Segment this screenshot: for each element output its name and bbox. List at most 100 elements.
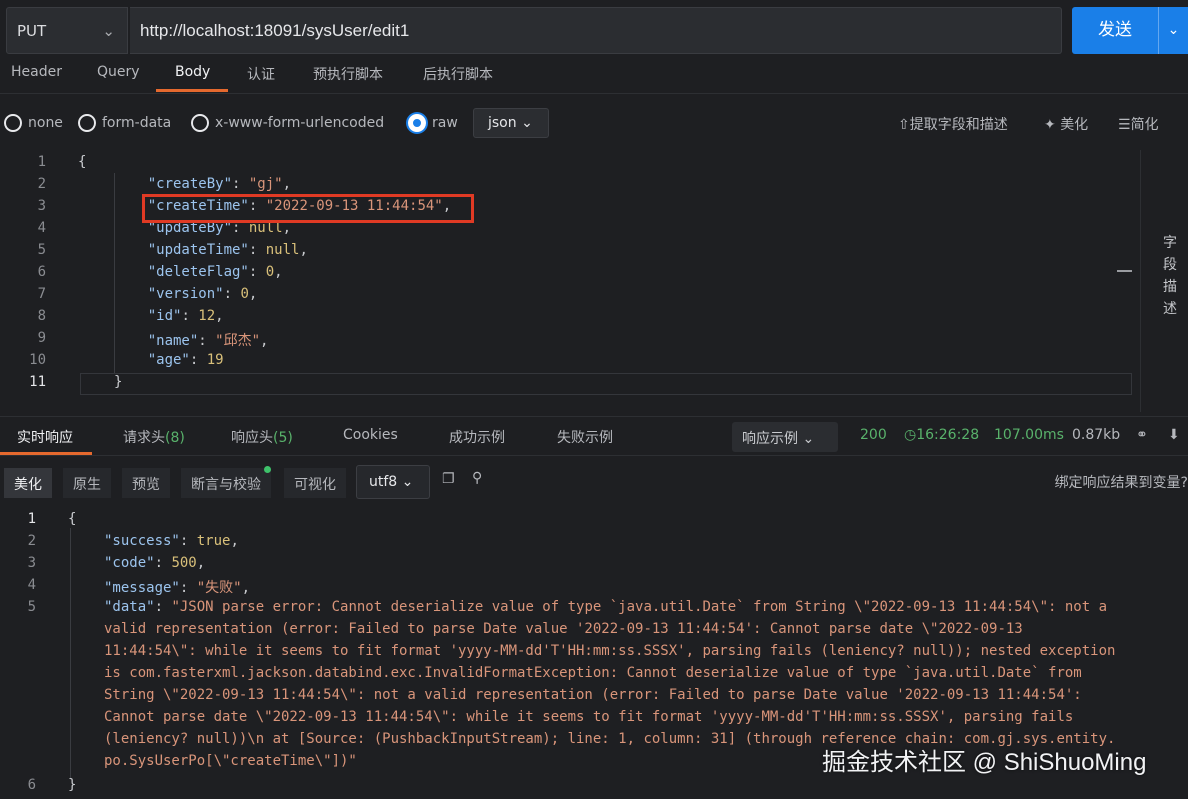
code-line: { xyxy=(68,511,77,527)
label-char: 段 xyxy=(1163,257,1177,273)
tab-label: 响应头 xyxy=(231,430,273,446)
radio-circle-icon xyxy=(191,114,209,132)
line-number: 7 xyxy=(37,286,46,302)
code-line: "success": true, xyxy=(104,533,239,549)
tab-cookies[interactable]: Cookies xyxy=(343,427,398,443)
tab-realtime-response[interactable]: 实时响应 xyxy=(17,427,73,447)
radio-form-data[interactable]: form-data xyxy=(78,114,171,132)
chevron-down-icon: ⌄ xyxy=(521,115,533,131)
tab-response-headers[interactable]: 响应头(5) xyxy=(231,427,293,447)
tab-request-headers[interactable]: 请求头(8) xyxy=(123,427,185,447)
response-duration: 107.00ms xyxy=(994,427,1064,443)
label-char: 字 xyxy=(1163,235,1177,251)
copy-icon[interactable]: ❐ xyxy=(442,471,455,487)
body-format-select[interactable]: json ⌄ xyxy=(473,108,549,138)
radio-label: raw xyxy=(432,115,458,131)
beautify-button[interactable]: ✦ 美化 xyxy=(1044,114,1088,134)
radio-label: none xyxy=(28,115,63,131)
method-value: PUT xyxy=(17,22,47,40)
indent-guide xyxy=(70,528,71,778)
line-number: 10 xyxy=(29,352,46,368)
json-key: "code" xyxy=(104,555,155,571)
field-description-label: 字 段 描 述 xyxy=(1163,232,1179,320)
view-raw[interactable]: 原生 xyxy=(63,468,111,498)
view-visualize[interactable]: 可视化 xyxy=(284,468,346,498)
line-number: 4 xyxy=(27,577,36,593)
send-options-chevron-icon[interactable]: ⌄ xyxy=(1158,7,1188,54)
line-number: 3 xyxy=(37,198,46,214)
response-size: 0.87kb xyxy=(1072,427,1121,443)
line-number: 6 xyxy=(37,264,46,280)
simplify-button[interactable]: ☰简化 xyxy=(1118,114,1159,134)
line-number: 5 xyxy=(37,242,46,258)
line-number: 9 xyxy=(37,330,46,346)
line-number: 4 xyxy=(37,220,46,236)
tab-header[interactable]: Header xyxy=(11,64,62,80)
response-view-tabs: 美化 原生 预览 断言与校验 可视化 utf8 ⌄ ❐ ⚲ 绑定响应结果到变量? xyxy=(0,462,1188,502)
code-line: "age": 19 xyxy=(147,352,224,368)
code-line: "message": "失败", xyxy=(104,580,251,596)
response-time: ◷16:26:28 xyxy=(904,427,979,443)
line-number: 11 xyxy=(29,374,46,390)
radio-circle-icon xyxy=(78,114,96,132)
view-preview[interactable]: 预览 xyxy=(122,468,170,498)
bind-response-to-variable-link[interactable]: 绑定响应结果到变量? xyxy=(1055,472,1188,492)
code-line: is com.fasterxml.jackson.databind.exc.In… xyxy=(104,665,1082,681)
code-line: po.SysUserPo[\"createTime\"])" xyxy=(104,753,357,769)
radio-urlencoded[interactable]: x-www-form-urlencoded xyxy=(191,114,384,132)
radio-label: x-www-form-urlencoded xyxy=(215,115,385,131)
code-line: } xyxy=(68,777,77,793)
chevron-down-icon: ⌄ xyxy=(102,22,115,40)
line-number: 1 xyxy=(27,511,36,527)
tab-auth[interactable]: 认证 xyxy=(247,64,275,84)
status-code: 200 xyxy=(860,427,887,443)
tab-body[interactable]: Body xyxy=(175,64,210,80)
time-value: 16:26:28 xyxy=(916,427,980,443)
send-button[interactable]: 发送 xyxy=(1072,7,1158,54)
json-key: "success" xyxy=(104,533,180,549)
line-number: 2 xyxy=(27,533,36,549)
magic-wand-icon: ✦ xyxy=(1044,117,1056,133)
current-line-highlight xyxy=(80,373,1132,395)
chevron-down-icon: ⌄ xyxy=(802,431,815,447)
beautify-label: 美化 xyxy=(1060,117,1089,133)
response-tabs: 实时响应 请求头(8) 响应头(5) Cookies 成功示例 失败示例 响应示… xyxy=(0,416,1188,456)
tab-query[interactable]: Query xyxy=(97,64,140,80)
view-beautify[interactable]: 美化 xyxy=(4,468,52,498)
extract-fields-button[interactable]: ⇧提取字段和描述 xyxy=(898,114,1008,134)
json-value: true xyxy=(196,533,231,549)
tab-success-example[interactable]: 成功示例 xyxy=(449,427,505,447)
radio-label: form-data xyxy=(102,115,172,131)
line-number: 8 xyxy=(37,308,46,324)
radio-none[interactable]: none xyxy=(4,114,63,132)
url-input[interactable]: http://localhost:18091/sysUser/edit1 xyxy=(130,7,1062,54)
search-icon[interactable]: ⚲ xyxy=(472,470,482,486)
json-value: "失败" xyxy=(196,580,242,596)
assertion-status-dot xyxy=(264,466,271,473)
upload-icon: ⇧ xyxy=(898,117,910,133)
view-assertions[interactable]: 断言与校验 xyxy=(181,468,271,498)
code-line: Cannot parse date \"2022-09-13 11:44:54\… xyxy=(104,709,1074,725)
body-format-value: json xyxy=(488,115,517,131)
method-select[interactable]: PUT ⌄ xyxy=(6,7,128,54)
code-line: "deleteFlag": 0, xyxy=(147,264,283,280)
globe-icon[interactable]: ⚭ xyxy=(1136,427,1148,443)
response-example-select[interactable]: 响应示例 ⌄ xyxy=(732,422,838,452)
select-value: 响应示例 xyxy=(742,431,798,447)
count-badge: (8) xyxy=(165,430,185,446)
list-icon: ☰ xyxy=(1118,117,1131,133)
scrollbar-thumb[interactable] xyxy=(1117,270,1132,272)
tab-pre-script[interactable]: 预执行脚本 xyxy=(313,64,383,84)
encoding-select[interactable]: utf8 ⌄ xyxy=(356,465,430,499)
download-icon[interactable]: ⬇ xyxy=(1168,427,1180,443)
radio-raw[interactable]: raw xyxy=(408,114,458,132)
field-description-panel[interactable]: 字 段 描 述 xyxy=(1140,150,1188,412)
active-response-tab-indicator xyxy=(0,452,92,455)
line-number: 3 xyxy=(27,555,36,571)
tab-post-script[interactable]: 后执行脚本 xyxy=(423,64,493,84)
tab-fail-example[interactable]: 失败示例 xyxy=(557,427,613,447)
request-bar: PUT ⌄ http://localhost:18091/sysUser/edi… xyxy=(0,0,1188,62)
code-line: "createBy": "gj", xyxy=(147,176,292,192)
json-value: "JSON parse error: Cannot deserialize va… xyxy=(171,599,1108,615)
code-line: String \"2022-09-13 11:44:54\": not a va… xyxy=(104,687,1082,703)
